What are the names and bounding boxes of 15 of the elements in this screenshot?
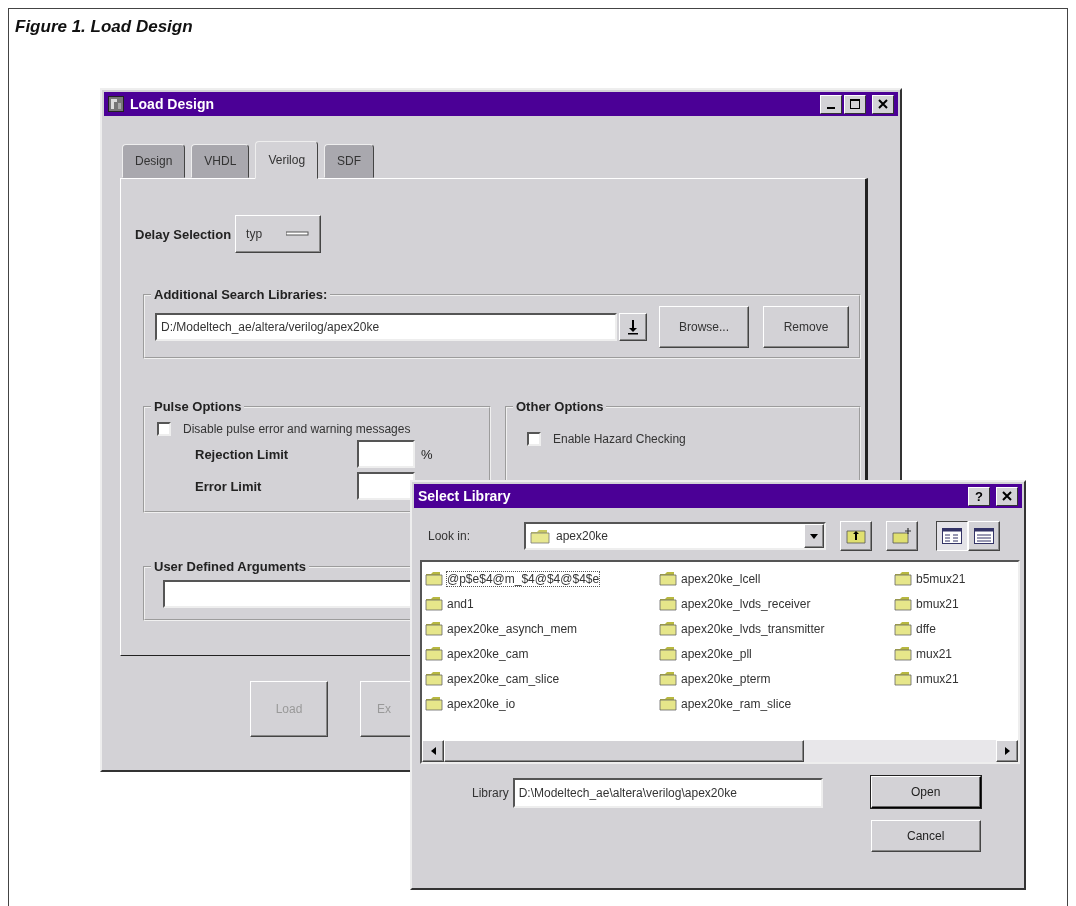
checkbox-label: Enable Hazard Checking [553,432,686,446]
group-label: Pulse Options [153,399,243,414]
checkbox-label: Disable pulse error and warning messages [183,422,411,436]
window-title: Load Design [130,96,214,112]
error-limit-label: Error Limit [195,478,263,494]
dialog-title: Select Library [418,488,511,504]
look-in-label: Look in: [428,529,472,543]
percent-label: % [421,446,433,462]
delay-selection-label: Delay Selection [135,226,232,242]
library-label: Library [472,786,509,800]
rejection-limit-label: Rejection Limit [195,446,290,462]
group-label: Other Options [515,399,605,414]
figure-caption: Figure 1. Load Design [15,17,193,37]
group-label: User Defined Arguments [153,559,307,574]
group-label: Additional Search Libraries: [153,287,329,302]
